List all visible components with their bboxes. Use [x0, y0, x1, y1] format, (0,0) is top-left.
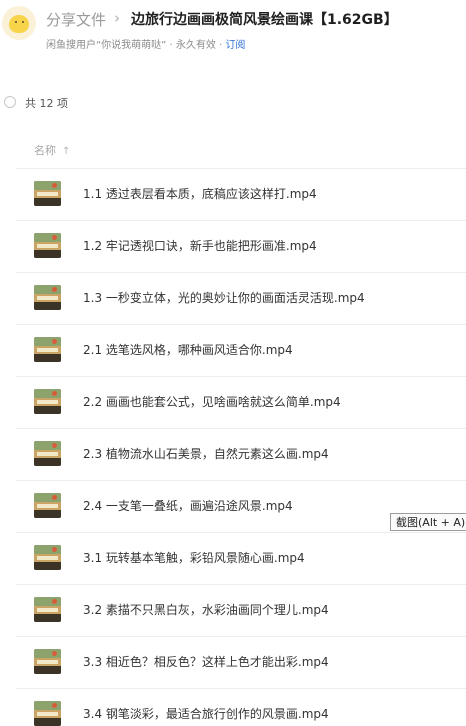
column-header: 名称 ↑ [0, 138, 466, 166]
file-name: 3.2 素描不只黑白灰，水彩油画同个理儿.mp4 [83, 603, 329, 617]
file-name: 2.3 植物流水山石美景，自然元素这么画.mp4 [83, 447, 329, 461]
summary-row: 共 12 项 [0, 92, 200, 114]
page-title: 边旅行边画画极简风景绘画课【1.62GB】 [131, 12, 398, 28]
list-item[interactable]: 2.2 画画也能套公式，见啥画啥就这么简单.mp4 [0, 376, 466, 428]
video-thumbnail-icon [34, 701, 61, 726]
row-divider [16, 168, 466, 169]
video-thumbnail-icon [34, 181, 61, 206]
file-name: 3.1 玩转基本笔触，彩铅风景随心画.mp4 [83, 551, 305, 565]
list-item[interactable]: 2.1 选笔选风格，哪种画风适合你.mp4 [0, 324, 466, 376]
screenshot-tooltip: 截图(Alt + A) [390, 513, 466, 531]
breadcrumb-root[interactable]: 分享文件 [46, 9, 106, 30]
file-name: 2.4 一支笔一叠纸，画遍沿途风景.mp4 [83, 499, 293, 513]
video-thumbnail-icon [34, 545, 61, 570]
chevron-right-icon: › [114, 9, 120, 27]
file-name: 2.1 选笔选风格，哪种画风适合你.mp4 [83, 343, 293, 357]
subscribe-link[interactable]: 订阅 [225, 40, 245, 51]
list-item[interactable]: 1.2 牢记透视口诀，新手也能把形画准.mp4 [0, 220, 466, 272]
file-name: 1.2 牢记透视口诀，新手也能把形画准.mp4 [83, 239, 317, 253]
file-name: 1.3 一秒变立体，光的奥妙让你的画面活灵活现.mp4 [83, 291, 365, 305]
row-divider [16, 688, 466, 689]
video-thumbnail-icon [34, 441, 61, 466]
row-divider [16, 376, 466, 377]
list-item[interactable]: 1.1 透过表层看本质，底稿应该这样打.mp4 [0, 168, 466, 220]
list-item[interactable]: 3.4 钢笔淡彩，最适合旅行创作的风景画.mp4 [0, 688, 466, 726]
video-thumbnail-icon [34, 337, 61, 362]
avatar[interactable] [2, 6, 36, 40]
list-item[interactable]: 1.3 一秒变立体，光的奥妙让你的画面活灵活现.mp4 [0, 272, 466, 324]
row-divider [16, 324, 466, 325]
file-name: 2.2 画画也能套公式，见啥画啥就这么简单.mp4 [83, 395, 341, 409]
row-divider [16, 428, 466, 429]
row-divider [16, 636, 466, 637]
list-item[interactable]: 2.3 植物流水山石美景，自然元素这么画.mp4 [0, 428, 466, 480]
file-name: 1.1 透过表层看本质，底稿应该这样打.mp4 [83, 187, 317, 201]
header: 分享文件 › 边旅行边画画极简风景绘画课【1.62GB】 闲鱼搜用户“你说我萌萌… [0, 0, 466, 64]
row-divider [16, 480, 466, 481]
row-divider [16, 272, 466, 273]
sort-ascending-icon: ↑ [62, 146, 71, 157]
row-divider [16, 584, 466, 585]
select-all-checkbox[interactable] [4, 96, 16, 108]
file-name: 3.4 钢笔淡彩，最适合旅行创作的风景画.mp4 [83, 707, 329, 721]
share-page: 分享文件 › 边旅行边画画极简风景绘画课【1.62GB】 闲鱼搜用户“你说我萌萌… [0, 0, 466, 726]
video-thumbnail-icon [34, 649, 61, 674]
name-column-header[interactable]: 名称 ↑ [34, 142, 70, 158]
file-name: 3.3 相近色？相反色？这样上色才能出彩.mp4 [83, 655, 329, 669]
list-item[interactable]: 3.1 玩转基本笔触，彩铅风景随心画.mp4 [0, 532, 466, 584]
chick-icon [9, 15, 29, 33]
video-thumbnail-icon [34, 389, 61, 414]
row-divider [16, 220, 466, 221]
video-thumbnail-icon [34, 493, 61, 518]
video-thumbnail-icon [34, 285, 61, 310]
list-item[interactable]: 3.2 素描不只黑白灰，水彩油画同个理儿.mp4 [0, 584, 466, 636]
video-thumbnail-icon [34, 233, 61, 258]
share-meta-text: 闲鱼搜用户“你说我萌萌哒” · 永久有效 · [46, 40, 226, 51]
share-meta: 闲鱼搜用户“你说我萌萌哒” · 永久有效 · 订阅 [46, 36, 245, 51]
list-item[interactable]: 3.3 相近色？相反色？这样上色才能出彩.mp4 [0, 636, 466, 688]
item-count: 共 12 项 [25, 97, 68, 110]
row-divider [16, 532, 466, 533]
video-thumbnail-icon [34, 597, 61, 622]
name-column-label: 名称 [34, 144, 56, 157]
